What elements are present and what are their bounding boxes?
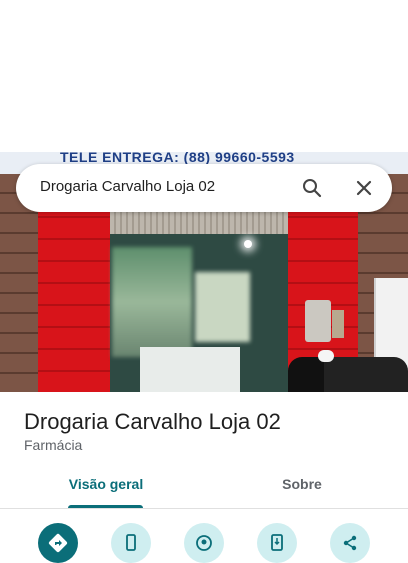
save-to-phone-icon (271, 534, 283, 551)
tab-about[interactable]: Sobre (204, 476, 400, 508)
search-bar[interactable]: Drogaria Carvalho Loja 02 (16, 164, 392, 212)
motorcycle (288, 357, 408, 392)
location-icon (196, 535, 212, 551)
nearby-button[interactable] (184, 523, 224, 563)
place-category[interactable]: Farmácia (24, 437, 82, 453)
share-button[interactable] (330, 523, 370, 563)
tab-divider (0, 508, 408, 509)
store-shelf (112, 247, 192, 357)
directions-button[interactable] (38, 523, 78, 563)
store-counter (140, 347, 240, 392)
tab-overview[interactable]: Visão geral (24, 476, 188, 508)
ceiling-lamp (244, 240, 252, 248)
phone-icon (126, 534, 136, 551)
share-icon (343, 535, 357, 551)
electric-box (332, 310, 344, 338)
rolling-shutter (110, 212, 288, 234)
send-to-phone-button[interactable] (257, 523, 297, 563)
call-button[interactable] (111, 523, 151, 563)
electric-meter (305, 300, 331, 342)
search-icon[interactable] (302, 178, 322, 198)
motorcycle-headlight (318, 350, 334, 362)
place-title: Drogaria Carvalho Loja 02 (24, 409, 281, 434)
search-input[interactable]: Drogaria Carvalho Loja 02 (40, 178, 215, 195)
top-blank-area (0, 0, 408, 152)
close-icon[interactable] (354, 178, 374, 198)
store-shelf (195, 272, 250, 342)
directions-icon (48, 533, 68, 553)
